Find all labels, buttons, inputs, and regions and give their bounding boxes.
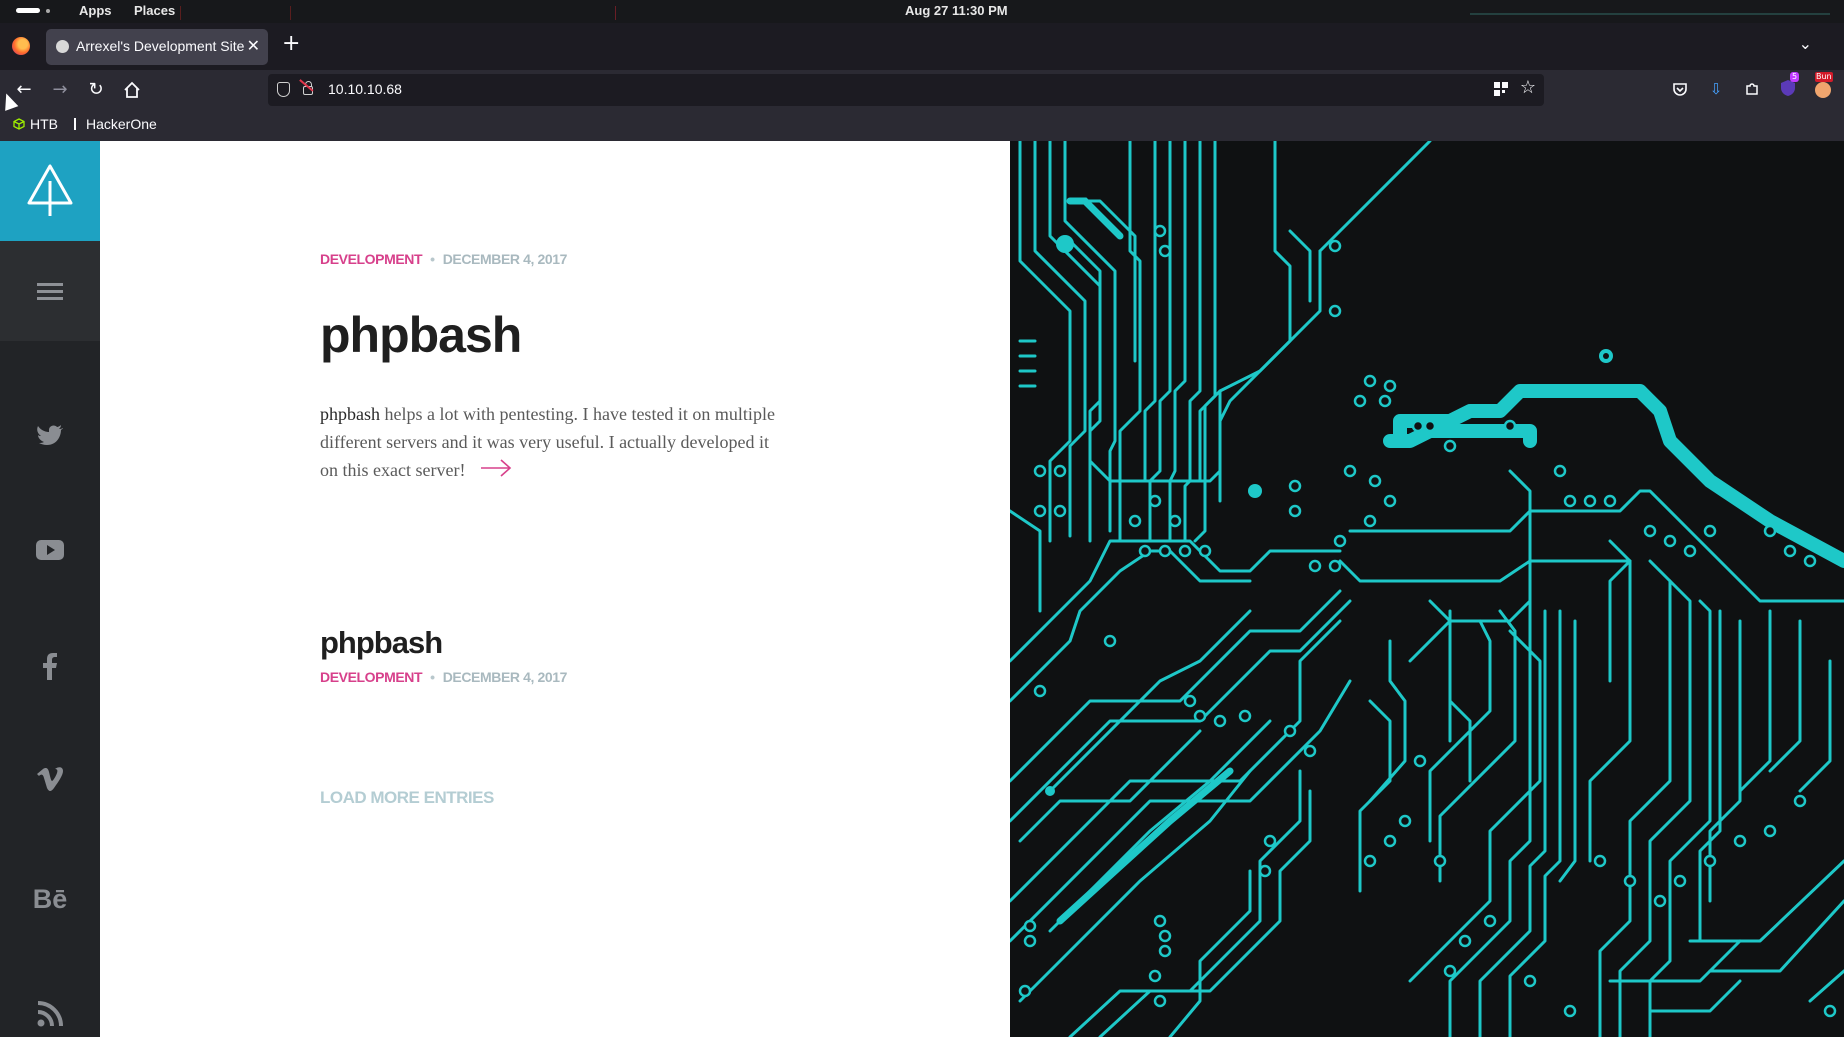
workspace-dot xyxy=(46,9,50,13)
extensions-puzzle-icon[interactable] xyxy=(1741,78,1763,100)
excerpt-text: helps a lot with pentesting. I have test… xyxy=(320,404,775,480)
post-date-link[interactable]: DECEMBER 4, 2017 xyxy=(443,669,568,685)
new-tab-plus-icon[interactable]: + xyxy=(282,31,300,56)
second-post-title[interactable]: phpbash xyxy=(320,625,443,661)
activities-indicator[interactable] xyxy=(16,8,40,13)
navigation-toolbar: ← → ↻ 10.10.10.68 ☆ ⇩ 5 Bun xyxy=(0,70,1844,110)
youtube-icon[interactable] xyxy=(30,538,70,568)
circuit-board-hero-image xyxy=(1008,141,1844,1037)
list-all-tabs-chevron-icon[interactable]: ⌄ xyxy=(1799,34,1812,53)
bookmark-label: HackerOne xyxy=(86,116,157,132)
post-meta: DEVELOPMENT • DECEMBER 4, 2017 xyxy=(320,251,567,267)
post-excerpt: phpbash helps a lot with pentesting. I h… xyxy=(320,400,790,486)
tracking-protection-shield-icon[interactable] xyxy=(277,82,290,97)
profile-badge: Bun xyxy=(1815,72,1833,82)
reload-icon[interactable]: ↻ xyxy=(84,78,108,102)
downloads-icon[interactable]: ⇩ xyxy=(1705,78,1727,100)
load-more-button[interactable]: LOAD MORE ENTRIES xyxy=(320,788,494,808)
excerpt-lead: phpbash xyxy=(320,404,380,424)
bookmark-hackerone[interactable]: HackerOne xyxy=(74,116,157,132)
hackerone-icon xyxy=(74,118,81,130)
posts-column: DEVELOPMENT • DECEMBER 4, 2017 phpbash php… xyxy=(100,141,1010,1037)
graph-tick xyxy=(615,6,616,20)
read-more-arrow-icon[interactable] xyxy=(480,458,512,486)
graph-tick xyxy=(290,6,291,20)
extension-badge: 5 xyxy=(1790,72,1800,82)
forward-arrow-icon[interactable]: → xyxy=(48,78,72,102)
tab-title: Arrexel's Development Site xyxy=(76,38,244,54)
meta-separator: • xyxy=(430,251,435,267)
tab-strip: Arrexel's Development Site ✕ + ⌄ xyxy=(0,23,1844,70)
home-icon[interactable] xyxy=(120,78,144,102)
post-category-link[interactable]: DEVELOPMENT xyxy=(320,669,423,685)
post-meta: DEVELOPMENT • DECEMBER 4, 2017 xyxy=(320,669,567,685)
pocket-icon[interactable] xyxy=(1669,78,1691,100)
graph-tick xyxy=(180,6,181,20)
bookmark-htb[interactable]: HTB xyxy=(13,116,58,132)
places-menu[interactable]: Places xyxy=(134,3,175,18)
close-tab-icon[interactable]: ✕ xyxy=(247,36,260,56)
behance-icon[interactable]: Bē xyxy=(30,884,70,914)
menu-hamburger-button[interactable] xyxy=(0,241,100,341)
htb-cube-icon xyxy=(13,118,25,130)
tree-triangle-icon xyxy=(27,164,73,216)
system-top-bar: Apps Places Aug 27 11:30 PM xyxy=(0,0,1844,23)
bookmark-star-icon[interactable]: ☆ xyxy=(1520,77,1536,98)
circuit-illustration xyxy=(1008,141,1844,1037)
post-date-link[interactable]: DECEMBER 4, 2017 xyxy=(443,251,568,267)
site-favicon-icon xyxy=(56,40,69,53)
address-bar[interactable]: 10.10.10.68 ☆ xyxy=(268,74,1544,106)
rss-icon[interactable] xyxy=(30,999,70,1029)
url-text[interactable]: 10.10.10.68 xyxy=(328,81,402,97)
post-category-link[interactable]: DEVELOPMENT xyxy=(320,251,423,267)
bookmarks-toolbar: HTB HackerOne xyxy=(0,110,1844,141)
system-monitor-graph xyxy=(1470,13,1830,15)
site-logo[interactable] xyxy=(0,141,100,241)
bookmark-label: HTB xyxy=(30,116,58,132)
active-tab[interactable]: Arrexel's Development Site ✕ xyxy=(46,29,268,65)
meta-separator: • xyxy=(430,669,435,685)
clock[interactable]: Aug 27 11:30 PM xyxy=(905,3,1008,18)
qr-code-icon[interactable] xyxy=(1494,82,1508,96)
profile-extension-icon[interactable]: Bun xyxy=(1813,72,1835,100)
featured-post-title[interactable]: phpbash xyxy=(320,306,522,364)
firefox-logo-icon[interactable] xyxy=(12,37,30,55)
twitter-icon[interactable] xyxy=(30,424,70,454)
insecure-lock-icon[interactable] xyxy=(303,81,313,95)
vimeo-icon[interactable] xyxy=(30,766,70,796)
extension-shield-icon[interactable]: 5 xyxy=(1777,72,1800,100)
facebook-icon[interactable] xyxy=(30,651,70,681)
apps-menu[interactable]: Apps xyxy=(79,3,112,18)
site-sidebar: Bē xyxy=(0,141,100,1037)
web-page: Bē DEVELOPMENT • DECEMBER 4, 2017 phpbash … xyxy=(0,141,1844,1037)
